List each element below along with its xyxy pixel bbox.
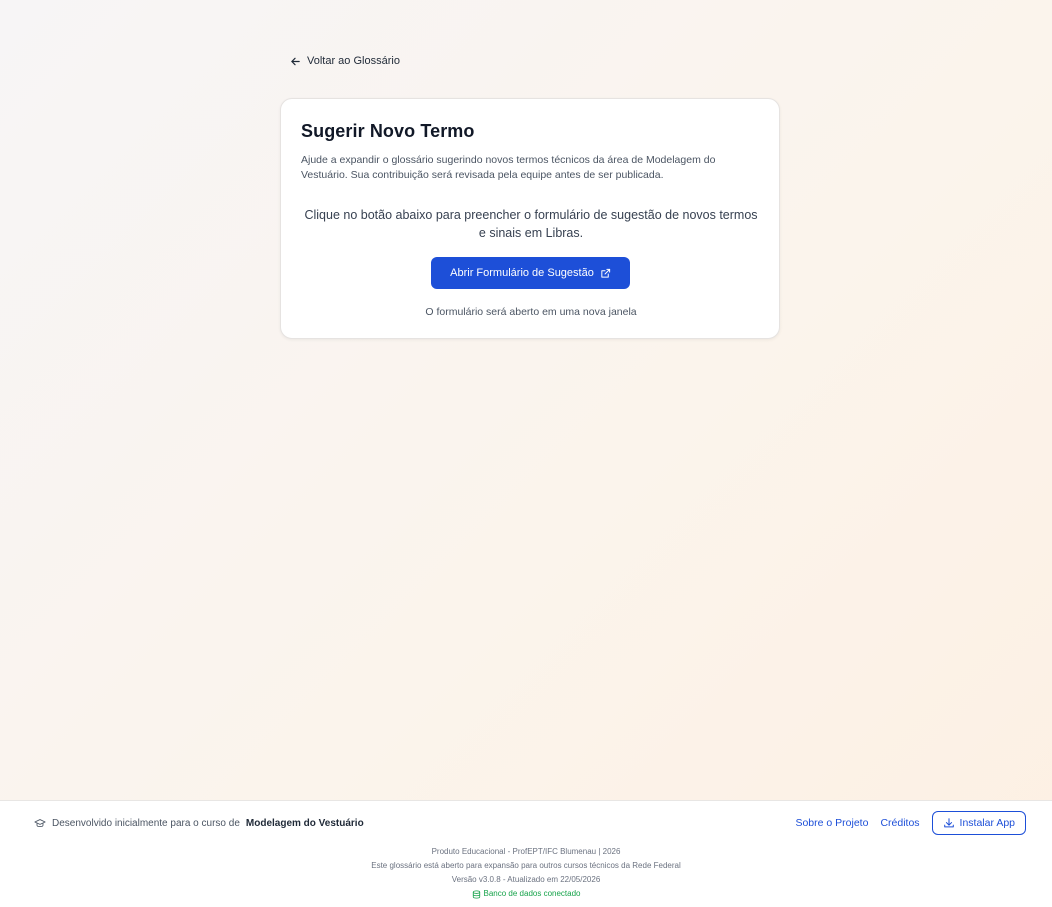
footer-links: Sobre o Projeto Créditos Instalar App bbox=[795, 811, 1026, 835]
install-app-label: Instalar App bbox=[959, 817, 1015, 829]
new-window-note: O formulário será aberto em uma nova jan… bbox=[425, 306, 637, 318]
footer-dev-credit: Desenvolvido inicialmente para o curso d… bbox=[34, 817, 364, 829]
install-app-button[interactable]: Instalar App bbox=[931, 811, 1026, 835]
db-status: Banco de dados conectado bbox=[472, 887, 581, 901]
card-title: Sugerir Novo Termo bbox=[301, 121, 475, 141]
card-instruction: Clique no botão abaixo para preencher o … bbox=[304, 208, 758, 240]
expansion-line: Este glossário está aberto para expansão… bbox=[371, 861, 681, 870]
open-suggestion-form-button[interactable]: Abrir Formulário de Sugestão bbox=[431, 257, 630, 289]
download-icon bbox=[943, 818, 954, 828]
footer: Desenvolvido inicialmente para o curso d… bbox=[0, 800, 1052, 907]
db-status-label: Banco de dados conectado bbox=[483, 889, 581, 898]
suggest-term-card: Sugerir Novo Termo Ajude a expandir o gl… bbox=[280, 98, 780, 339]
footer-info: Produto Educacional - ProfEPT/IFC Blumen… bbox=[0, 845, 1052, 901]
footer-course-name: Modelagem do Vestuário bbox=[245, 817, 364, 829]
card-description: Ajude a expandir o glossário sugerindo n… bbox=[301, 154, 716, 181]
back-link-label: Voltar ao Glossário bbox=[307, 55, 400, 67]
open-form-button-label: Abrir Formulário de Sugestão bbox=[450, 267, 594, 279]
arrow-left-icon bbox=[291, 57, 300, 65]
about-project-link[interactable]: Sobre o Projeto bbox=[795, 817, 868, 829]
credits-link[interactable]: Créditos bbox=[880, 817, 919, 829]
version-line: Versão v3.0.8 - Atualizado em 22/05/2026 bbox=[451, 875, 601, 884]
main-content: Voltar ao Glossário Sugerir Novo Termo A… bbox=[0, 0, 1052, 800]
external-link-icon bbox=[601, 268, 610, 278]
graduation-cap-icon bbox=[34, 819, 46, 828]
back-to-glossary-link[interactable]: Voltar ao Glossário bbox=[290, 55, 400, 67]
footer-dev-prefix: Desenvolvido inicialmente para o curso d… bbox=[52, 817, 240, 829]
database-icon bbox=[472, 889, 480, 899]
product-line: Produto Educacional - ProfEPT/IFC Blumen… bbox=[431, 847, 621, 856]
